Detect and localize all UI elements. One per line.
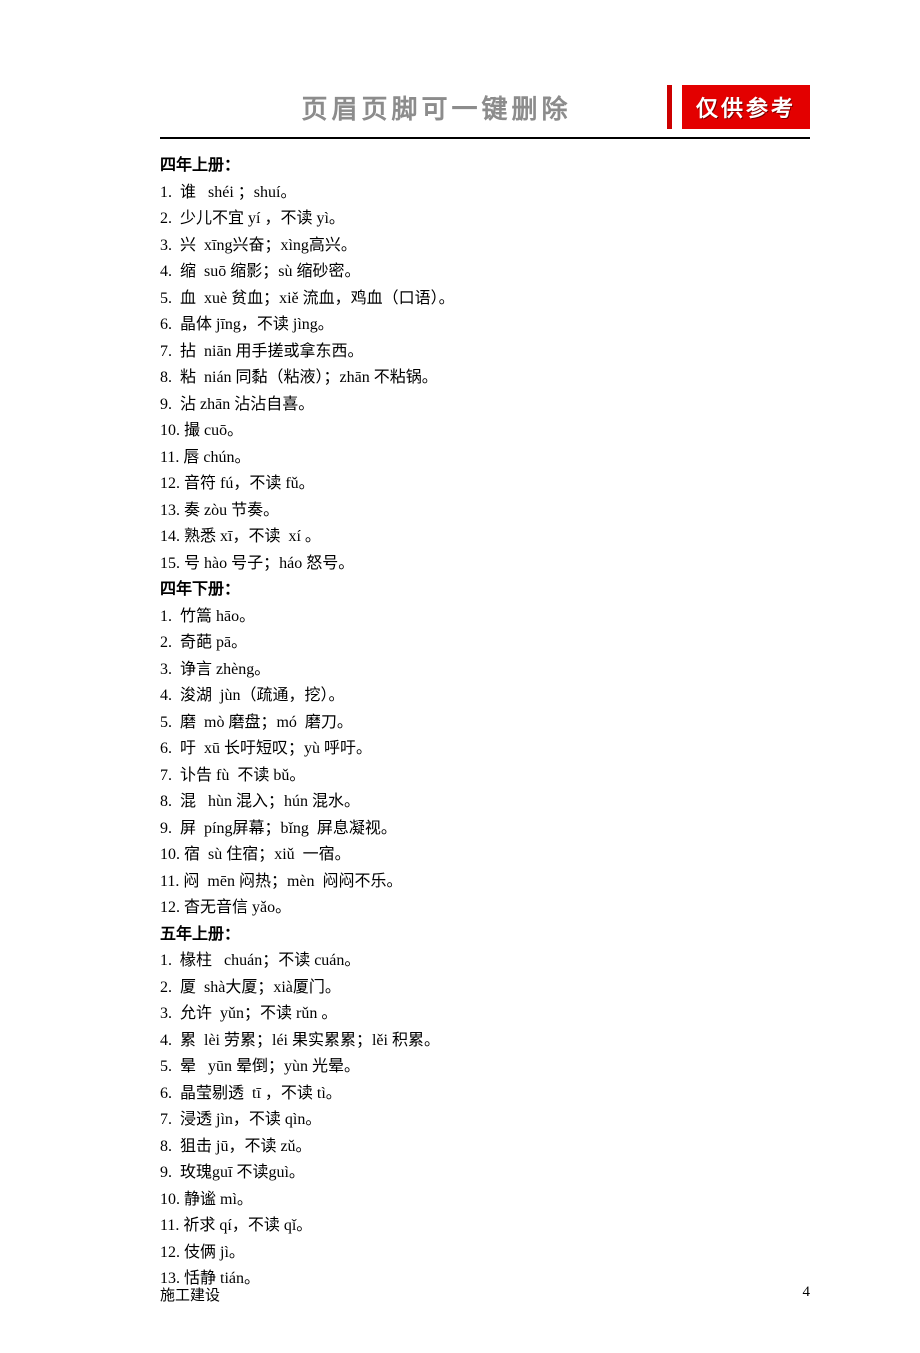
- list-item: 9. 玫瑰guī 不读guì。: [160, 1160, 810, 1187]
- list-item: 6. 晶莹剔透 tī ，不读 tì。: [160, 1081, 810, 1108]
- list-item: 7. 拈 niān 用手搓或拿东西。: [160, 339, 810, 366]
- list-item: 7. 浸透 jìn，不读 qìn。: [160, 1107, 810, 1134]
- list-item: 2. 厦 shà大厦；xià厦门。: [160, 975, 810, 1002]
- reference-badge: 仅供参考: [682, 85, 810, 129]
- list-item: 12. 伎俩 jì。: [160, 1240, 810, 1267]
- list-item: 2. 奇葩 pā。: [160, 630, 810, 657]
- list-item: 10. 撮 cuō。: [160, 418, 810, 445]
- header-rule: [160, 137, 810, 139]
- list-item: 1. 谁 shéi ；shuí。: [160, 180, 810, 207]
- badge-wrap: 仅供参考: [667, 85, 810, 129]
- list-item: 13. 奏 zòu 节奏。: [160, 498, 810, 525]
- list-item: 6. 晶体 jīng，不读 jìng。: [160, 312, 810, 339]
- list-item: 3. 兴 xīng兴奋；xìng高兴。: [160, 233, 810, 260]
- header-title: 页眉页脚可一键删除: [160, 89, 653, 126]
- list-item: 9. 沾 zhān 沾沾自喜。: [160, 392, 810, 419]
- list-item: 10. 宿 sù 住宿；xiǔ 一宿。: [160, 842, 810, 869]
- list-item: 7. 讣告 fù 不读 bǔ。: [160, 763, 810, 790]
- list-item: 3. 允许 yǔn；不读 rǔn 。: [160, 1001, 810, 1028]
- section-title-2: 四年下册：: [160, 577, 810, 604]
- list-item: 4. 缩 suō 缩影；sù 缩砂密。: [160, 259, 810, 286]
- section-title-1: 四年上册：: [160, 153, 810, 180]
- list-item: 11. 祈求 qí，不读 qǐ。: [160, 1213, 810, 1240]
- page-header: 页眉页脚可一键删除 仅供参考: [160, 85, 810, 129]
- list-item: 5. 晕 yūn 晕倒；yùn 光晕。: [160, 1054, 810, 1081]
- list-item: 9. 屏 píng屏幕；bǐng 屏息凝视。: [160, 816, 810, 843]
- list-item: 8. 狙击 jū，不读 zǔ。: [160, 1134, 810, 1161]
- list-item: 1. 竹篙 hāo。: [160, 604, 810, 631]
- list-item: 8. 粘 nián 同黏（粘液）；zhān 不粘锅。: [160, 365, 810, 392]
- document-page: 页眉页脚可一键删除 仅供参考 四年上册： 1. 谁 shéi ；shuí。 2.…: [0, 0, 920, 1353]
- list-item: 11. 闷 mēn 闷热；mèn 闷闷不乐。: [160, 869, 810, 896]
- list-item: 11. 唇 chún。: [160, 445, 810, 472]
- badge-accent-bar: [667, 85, 672, 129]
- footer-left: 施工建设: [160, 1284, 220, 1305]
- list-item: 8. 混 hùn 混入；hún 混水。: [160, 789, 810, 816]
- list-item: 5. 磨 mò 磨盘；mó 磨刀。: [160, 710, 810, 737]
- section-title-3: 五年上册：: [160, 922, 810, 949]
- list-item: 12. 音符 fú，不读 fǔ。: [160, 471, 810, 498]
- list-item: 14. 熟悉 xī，不读 xí 。: [160, 524, 810, 551]
- list-item: 2. 少儿不宜 yí ，不读 yì。: [160, 206, 810, 233]
- list-item: 12. 杳无音信 yǎo。: [160, 895, 810, 922]
- document-body: 四年上册： 1. 谁 shéi ；shuí。 2. 少儿不宜 yí ，不读 yì…: [160, 153, 810, 1293]
- list-item: 5. 血 xuè 贫血；xiě 流血，鸡血（口语）。: [160, 286, 810, 313]
- list-item: 4. 累 lèi 劳累；léi 果实累累；lěi 积累。: [160, 1028, 810, 1055]
- list-item: 3. 诤言 zhèng。: [160, 657, 810, 684]
- page-number: 4: [803, 1284, 811, 1305]
- page-footer: 施工建设 4: [160, 1284, 810, 1305]
- list-item: 1. 椽柱 chuán；不读 cuán。: [160, 948, 810, 975]
- list-item: 4. 浚湖 jùn（疏通，挖）。: [160, 683, 810, 710]
- list-item: 15. 号 hào 号子；háo 怒号。: [160, 551, 810, 578]
- list-item: 10. 静谧 mì。: [160, 1187, 810, 1214]
- list-item: 6. 吁 xū 长吁短叹；yù 呼吁。: [160, 736, 810, 763]
